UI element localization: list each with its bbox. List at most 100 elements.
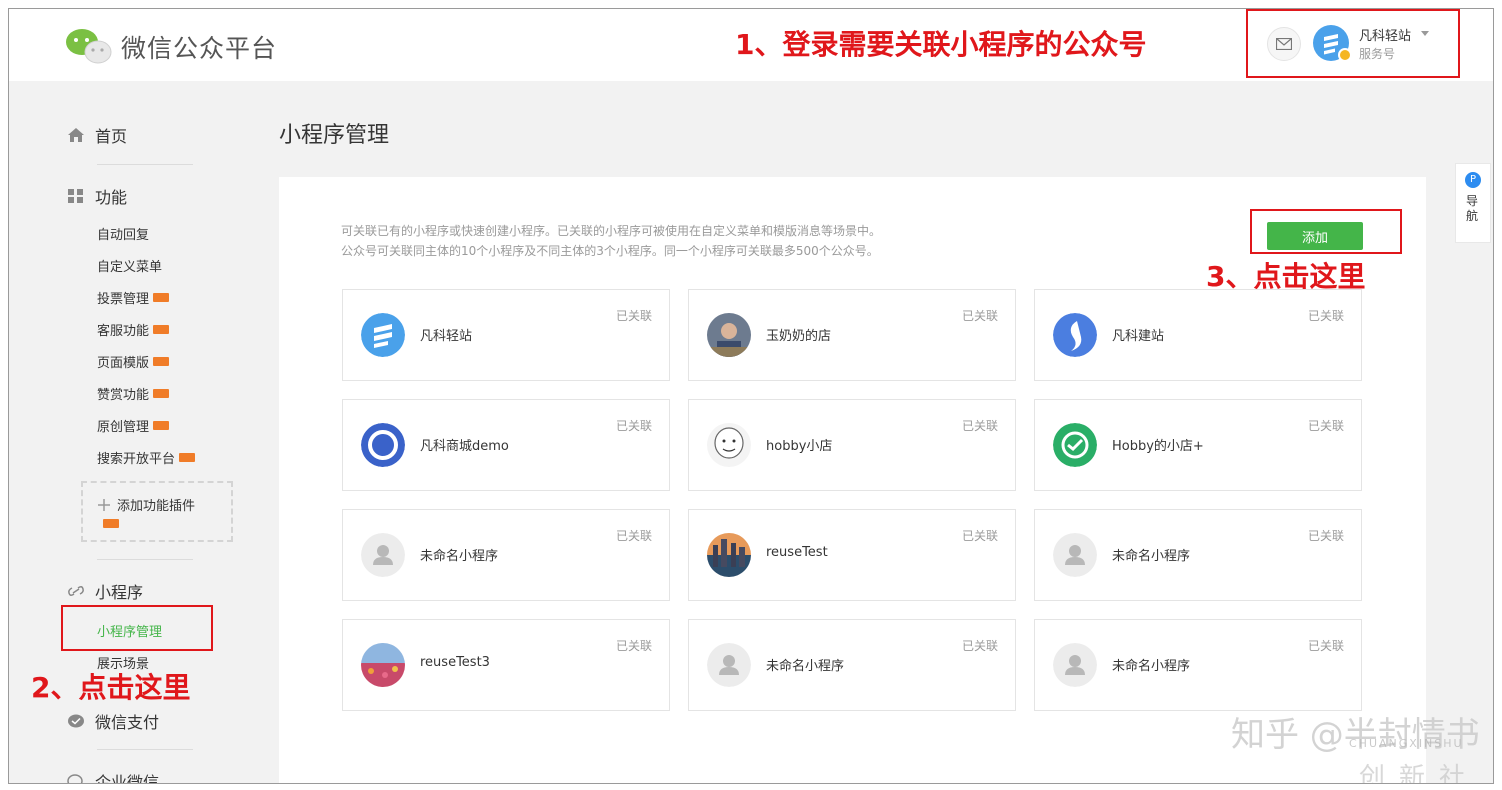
plus-icon bbox=[98, 498, 110, 511]
miniprogram-card[interactable]: 凡科建站 已关联 bbox=[1034, 289, 1362, 381]
miniprogram-name: 凡科建站 bbox=[1112, 329, 1165, 344]
meme-face-avatar-icon bbox=[707, 423, 751, 467]
beta-badge-icon bbox=[179, 453, 196, 462]
miniprogram-name: 未命名小程序 bbox=[1112, 659, 1191, 674]
linked-status: 已关联 bbox=[615, 309, 652, 323]
default-user-avatar-icon bbox=[707, 643, 751, 687]
divider bbox=[97, 749, 193, 750]
linked-status: 已关联 bbox=[1307, 419, 1344, 433]
default-user-avatar-icon bbox=[361, 533, 405, 577]
city-photo-avatar-icon bbox=[707, 533, 751, 577]
sidebar-item-page-template[interactable]: 页面模版 bbox=[97, 352, 170, 371]
default-user-avatar-icon bbox=[1053, 533, 1097, 577]
sidebar-section-enterprise-wechat[interactable]: 企业微信 bbox=[67, 769, 160, 784]
miniprogram-card[interactable]: 未命名小程序 已关联 bbox=[1034, 619, 1362, 711]
annotation-step1: 1、登录需要关联小程序的公众号 bbox=[735, 28, 1147, 61]
linked-status: 已关联 bbox=[615, 419, 652, 433]
sidebar-item-auto-reply[interactable]: 自动回复 bbox=[97, 224, 149, 243]
sidebar-item-original[interactable]: 原创管理 bbox=[97, 416, 170, 435]
add-plugin-label: 添加功能插件 bbox=[97, 495, 195, 514]
miniprogram-name: 未命名小程序 bbox=[766, 659, 845, 674]
miniprogram-card[interactable]: 玉奶奶的店 已关联 bbox=[688, 289, 1016, 381]
link-icon bbox=[68, 585, 84, 597]
sidebar-item-label: 赞赏功能 bbox=[97, 388, 150, 403]
miniprogram-card[interactable]: hobby小店 已关联 bbox=[688, 399, 1016, 491]
sidebar-section-label: 企业微信 bbox=[95, 773, 160, 784]
miniprogram-card-grid: 凡科轻站 已关联 玉奶奶的店 已关联 凡科建站 已关联 凡科商城demo 已关联 hobby小店… bbox=[342, 289, 1362, 711]
sidebar-section-wechat-pay[interactable]: 微信支付 bbox=[67, 709, 159, 733]
linked-status: 已关联 bbox=[1307, 309, 1344, 323]
sidebar-item-vote[interactable]: 投票管理 bbox=[97, 288, 170, 307]
beta-badge-icon bbox=[153, 293, 170, 302]
sidebar-item-search-platform[interactable]: 搜索开放平台 bbox=[97, 448, 196, 467]
miniprogram-card[interactable]: Hobby的小店+ 已关联 bbox=[1034, 399, 1362, 491]
linked-status: 已关联 bbox=[1307, 529, 1344, 543]
divider bbox=[97, 164, 193, 165]
sidebar-item-home[interactable]: 首页 bbox=[67, 123, 127, 147]
linked-status: 已关联 bbox=[961, 309, 998, 323]
wechat-green-logo-icon bbox=[1053, 423, 1097, 467]
highlight-box-add-button bbox=[1250, 209, 1402, 254]
miniprogram-card[interactable]: reuseTest 已关联 bbox=[688, 509, 1016, 601]
sidebar-item-custom-menu[interactable]: 自定义菜单 bbox=[97, 256, 162, 275]
highlight-box-account bbox=[1246, 9, 1460, 78]
sidebar-section-features[interactable]: 功能 bbox=[67, 184, 127, 208]
flower-field-avatar-icon bbox=[361, 643, 405, 687]
sidebar-item-label: 页面模版 bbox=[97, 356, 150, 371]
sidebar-item-customer-service[interactable]: 客服功能 bbox=[97, 320, 170, 339]
add-plugin-text: 添加功能插件 bbox=[117, 499, 196, 514]
linked-status: 已关联 bbox=[961, 529, 998, 543]
sidebar-item-label: 投票管理 bbox=[97, 292, 150, 307]
watermark-sub: CHUANGXINSHU bbox=[1349, 737, 1464, 750]
enterprise-wechat-icon bbox=[67, 774, 83, 783]
fanke-build-logo-icon bbox=[1053, 313, 1097, 357]
photo-avatar-icon bbox=[707, 313, 751, 357]
sidebar-item-label: 自定义菜单 bbox=[97, 260, 163, 275]
highlight-box-miniprogram-manage bbox=[61, 605, 213, 651]
sidebar-section-miniprogram[interactable]: 小程序 bbox=[67, 579, 143, 603]
miniprogram-name: 未命名小程序 bbox=[420, 549, 499, 564]
beta-badge-icon bbox=[153, 357, 170, 366]
top-header: 微信公众平台 1、登录需要关联小程序的公众号 凡科轻站 服务号 bbox=[9, 9, 1493, 81]
divider bbox=[97, 559, 193, 560]
miniprogram-name: reuseTest bbox=[766, 545, 828, 560]
description: 可关联已有的小程序或快速创建小程序。已关联的小程序可被使用在自定义菜单和模版消息… bbox=[341, 221, 881, 261]
fanke-light-logo-icon bbox=[361, 313, 405, 357]
miniprogram-card[interactable]: 凡科轻站 已关联 bbox=[342, 289, 670, 381]
miniprogram-card[interactable]: 凡科商城demo 已关联 bbox=[342, 399, 670, 491]
sidebar-section-label: 微信支付 bbox=[95, 713, 160, 732]
miniprogram-panel: 可关联已有的小程序或快速创建小程序。已关联的小程序可被使用在自定义菜单和模版消息… bbox=[279, 177, 1426, 783]
sidebar-item-label: 首页 bbox=[95, 127, 128, 146]
fanke-mall-logo-icon bbox=[361, 423, 405, 467]
miniprogram-card[interactable]: 未命名小程序 已关联 bbox=[342, 509, 670, 601]
sidebar-item-label: 自动回复 bbox=[97, 228, 150, 243]
miniprogram-card[interactable]: 未命名小程序 已关联 bbox=[1034, 509, 1362, 601]
miniprogram-name: 玉奶奶的店 bbox=[766, 329, 832, 344]
wechat-pay-icon bbox=[68, 714, 84, 728]
home-icon bbox=[68, 128, 84, 142]
floating-nav-button[interactable]: P 导航 bbox=[1455, 163, 1491, 243]
grid-icon bbox=[68, 189, 83, 203]
description-line: 公众号可关联同主体的10个小程序及不同主体的3个小程序。同一个小程序可关联最多5… bbox=[341, 244, 879, 258]
miniprogram-name: Hobby的小店+ bbox=[1112, 439, 1204, 454]
annotation-step2: 2、点击这里 bbox=[31, 671, 191, 704]
platform-title: 微信公众平台 bbox=[121, 34, 278, 63]
beta-badge-icon bbox=[153, 325, 170, 334]
miniprogram-card[interactable]: 未命名小程序 已关联 bbox=[688, 619, 1016, 711]
nav-badge-icon: P bbox=[1465, 172, 1481, 188]
beta-badge-icon bbox=[153, 421, 170, 430]
miniprogram-card[interactable]: reuseTest3 已关联 bbox=[342, 619, 670, 711]
linked-status: 已关联 bbox=[615, 529, 652, 543]
sidebar-item-label: 原创管理 bbox=[97, 420, 150, 435]
miniprogram-name: reuseTest3 bbox=[420, 655, 490, 670]
miniprogram-name: 凡科轻站 bbox=[420, 329, 473, 344]
add-plugin-button[interactable]: 添加功能插件 bbox=[81, 481, 233, 542]
sidebar: 首页 功能 自动回复 自定义菜单 投票管理 客服功能 页面模版 赞赏功能 原创管… bbox=[9, 81, 249, 784]
sidebar-section-label: 功能 bbox=[95, 188, 128, 207]
watermark-logo: 创新社 bbox=[1359, 763, 1480, 784]
sidebar-item-reward[interactable]: 赞赏功能 bbox=[97, 384, 170, 403]
linked-status: 已关联 bbox=[961, 419, 998, 433]
nav-label: 导航 bbox=[1466, 194, 1479, 223]
miniprogram-name: 未命名小程序 bbox=[1112, 549, 1191, 564]
wechat-logo-icon bbox=[66, 29, 112, 64]
